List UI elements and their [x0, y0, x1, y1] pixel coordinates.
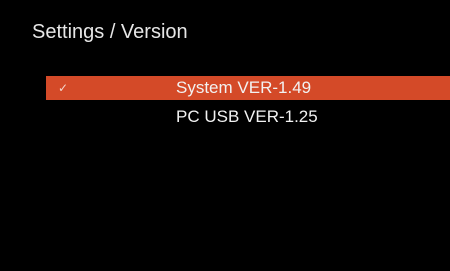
- version-screen: Settings / Version ✓ System VER-1.49 PC …: [16, 0, 450, 271]
- checkmark-icon: ✓: [58, 81, 69, 95]
- menu-item-system-version[interactable]: ✓ System VER-1.49: [46, 76, 450, 100]
- menu-item-pc-usb-version[interactable]: PC USB VER-1.25: [46, 105, 450, 129]
- page-title: Settings / Version: [32, 21, 188, 43]
- menu-item-label: PC USB VER-1.25: [176, 107, 318, 126]
- version-menu: ✓ System VER-1.49 PC USB VER-1.25: [46, 76, 450, 129]
- menu-item-label: System VER-1.49: [176, 78, 312, 97]
